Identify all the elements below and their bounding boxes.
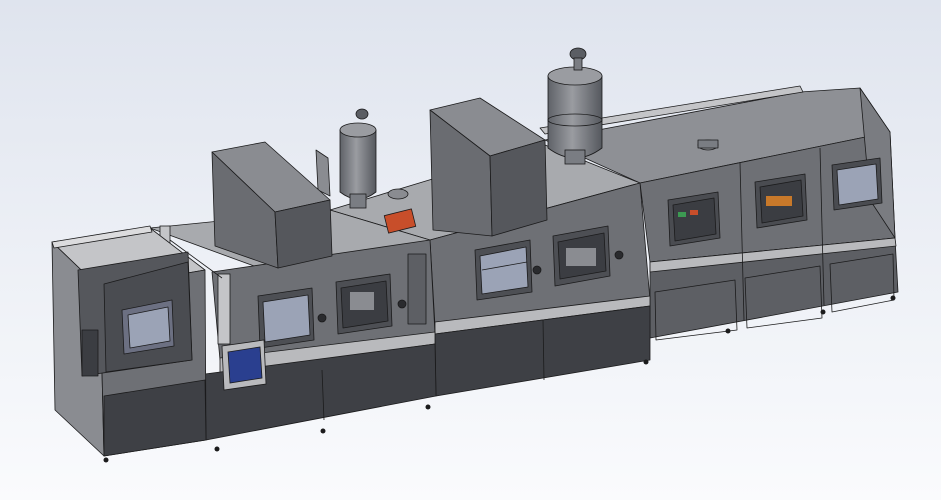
right-module-window-2 (754, 173, 808, 229)
touch-screen-panel (221, 339, 267, 391)
center-glove-port-left (532, 265, 542, 275)
center-glove-port-right (614, 250, 624, 260)
right-module-port-neck (697, 139, 719, 149)
left-glove-port-right (397, 299, 407, 309)
leveling-foot (890, 295, 896, 301)
leveling-foot (214, 446, 220, 452)
right-module-window-1 (667, 191, 721, 247)
cad-viewport (0, 0, 941, 500)
left-glove-port-left (317, 313, 327, 323)
center-module-window-right (552, 225, 611, 287)
leveling-foot (725, 328, 731, 334)
leveling-foot (103, 457, 109, 463)
leveling-foot (320, 428, 326, 434)
load-lock-module (51, 225, 207, 457)
left-module-window-right (335, 273, 393, 335)
leveling-foot (820, 309, 826, 315)
right-module-window-3 (831, 157, 883, 211)
left-module-side-panel (407, 253, 427, 325)
left-module-window-left (257, 287, 315, 349)
leveling-foot (425, 404, 431, 410)
center-module-window-left (474, 239, 533, 301)
leveling-foot (643, 359, 649, 365)
load-lock-side-hatch (81, 329, 99, 377)
small-vessel-valve (355, 108, 369, 120)
